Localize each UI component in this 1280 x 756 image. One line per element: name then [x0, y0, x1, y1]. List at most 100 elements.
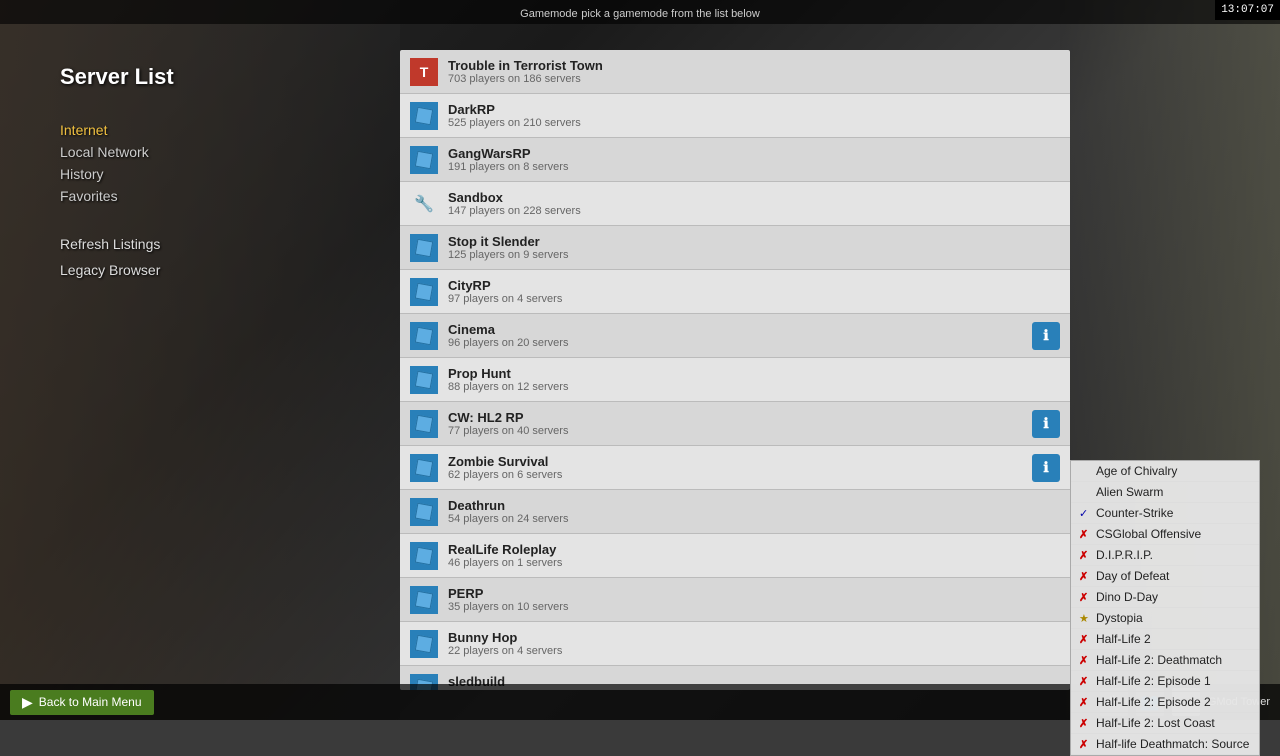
blue-icon: [410, 454, 438, 482]
star-icon: ★: [1079, 612, 1091, 625]
ttt-icon: T: [410, 58, 438, 86]
x-icon: ✗: [1079, 675, 1091, 688]
back-to-main-button[interactable]: ▶ Back to Main Menu: [10, 690, 154, 715]
dropdown-item-label: Dystopia: [1096, 611, 1143, 625]
sidebar-title: Server List: [60, 64, 180, 90]
game-name: CW: HL2 RP: [448, 410, 1032, 425]
game-text: DarkRP 525 players on 210 servers: [448, 102, 1060, 129]
sidebar-item-history[interactable]: History: [60, 164, 180, 184]
game-name: Deathrun: [448, 498, 1060, 513]
game-item[interactable]: CW: HL2 RP 77 players on 40 servers ℹ: [400, 402, 1070, 446]
game-name: GangWarsRP: [448, 146, 1060, 161]
dropdown-item-label: Half-life Deathmatch: Source: [1096, 737, 1249, 751]
game-item[interactable]: RealLife Roleplay 46 players on 1 server…: [400, 534, 1070, 578]
gamemode-label: Gamemode: [520, 8, 577, 20]
dropdown-item[interactable]: ✗ Half-Life 2: Episode 2: [1071, 692, 1259, 713]
blue-icon: [410, 234, 438, 262]
dropdown-item-label: Alien Swarm: [1096, 485, 1163, 499]
blue-icon: [410, 366, 438, 394]
topbar: Gamemode pick a gamemode from the list b…: [0, 0, 1280, 24]
dropdown-item-label: Half-Life 2: [1096, 632, 1151, 646]
game-stats: 46 players on 1 servers: [448, 557, 1060, 569]
dropdown-item[interactable]: Age of Chivalry: [1071, 461, 1259, 482]
blue-icon: [410, 322, 438, 350]
game-stats: 77 players on 40 servers: [448, 425, 1032, 437]
dropdown-item[interactable]: ✗ Day of Defeat: [1071, 566, 1259, 587]
game-name: Sandbox: [448, 190, 1060, 205]
x-icon: ✗: [1079, 633, 1091, 646]
game-item[interactable]: Zombie Survival 62 players on 6 servers …: [400, 446, 1070, 490]
refresh-listings-button[interactable]: Refresh Listings: [60, 236, 180, 252]
info-button[interactable]: ℹ: [1032, 322, 1060, 350]
game-item[interactable]: Bunny Hop 22 players on 4 servers: [400, 622, 1070, 666]
gamemode-list[interactable]: T Trouble in Terrorist Town 703 players …: [400, 50, 1070, 690]
game-stats: 525 players on 210 servers: [448, 117, 1060, 129]
blue-icon: [410, 498, 438, 526]
dropdown-item[interactable]: ✗ Half-Life 2: Episode 1: [1071, 671, 1259, 692]
gamemode-desc: pick a gamemode from the list below: [581, 8, 760, 20]
legacy-browser-button[interactable]: Legacy Browser: [60, 262, 180, 278]
game-name: Cinema: [448, 322, 1032, 337]
dropdown-item[interactable]: ✗ Half-life Deathmatch: Source: [1071, 734, 1259, 755]
game-stats: 96 players on 20 servers: [448, 337, 1032, 349]
check-icon: ✓: [1079, 507, 1091, 520]
dropdown-item[interactable]: ✗ Dino D-Day: [1071, 587, 1259, 608]
back-arrow-icon: ▶: [22, 694, 33, 711]
sidebar-item-localnetwork[interactable]: Local Network: [60, 142, 180, 162]
game-stats: 191 players on 8 servers: [448, 161, 1060, 173]
dropdown-item[interactable]: ★ Dystopia: [1071, 608, 1259, 629]
game-text: Deathrun 54 players on 24 servers: [448, 498, 1060, 525]
dropdown-item[interactable]: ✗ CSGlobal Offensive: [1071, 524, 1259, 545]
gamemode-header: Gamemode pick a gamemode from the list b…: [520, 5, 760, 20]
sidebar-item-favorites[interactable]: Favorites: [60, 186, 180, 206]
sidebar-item-internet[interactable]: Internet: [60, 120, 180, 140]
game-stats: 97 players on 4 servers: [448, 293, 1060, 305]
dropdown-item-label: Half-Life 2: Deathmatch: [1096, 653, 1222, 667]
game-item[interactable]: Prop Hunt 88 players on 12 servers: [400, 358, 1070, 402]
game-stats: 54 players on 24 servers: [448, 513, 1060, 525]
info-button[interactable]: ℹ: [1032, 454, 1060, 482]
game-text: PERP 35 players on 10 servers: [448, 586, 1060, 613]
game-name: Zombie Survival: [448, 454, 1032, 469]
dropdown-item-label: Half-Life 2: Lost Coast: [1096, 716, 1215, 730]
x-icon: ✗: [1079, 591, 1091, 604]
game-text: CityRP 97 players on 4 servers: [448, 278, 1060, 305]
dropdown-item-label: CSGlobal Offensive: [1096, 527, 1201, 541]
game-item[interactable]: 🔧 Sandbox 147 players on 228 servers: [400, 182, 1070, 226]
game-name: PERP: [448, 586, 1060, 601]
game-item[interactable]: PERP 35 players on 10 servers: [400, 578, 1070, 622]
info-button[interactable]: ℹ: [1032, 410, 1060, 438]
x-icon: ✗: [1079, 717, 1091, 730]
x-icon: ✗: [1079, 549, 1091, 562]
game-item[interactable]: Cinema 96 players on 20 servers ℹ: [400, 314, 1070, 358]
game-name: Bunny Hop: [448, 630, 1060, 645]
game-item[interactable]: GangWarsRP 191 players on 8 servers: [400, 138, 1070, 182]
back-button-label: Back to Main Menu: [39, 695, 142, 709]
wrench-icon: 🔧: [410, 190, 438, 218]
dropdown-item[interactable]: ✗ Half-Life 2: Lost Coast: [1071, 713, 1259, 734]
game-text: Prop Hunt 88 players on 12 servers: [448, 366, 1060, 393]
game-item[interactable]: T Trouble in Terrorist Town 703 players …: [400, 50, 1070, 94]
game-item[interactable]: DarkRP 525 players on 210 servers: [400, 94, 1070, 138]
dropdown-item[interactable]: ✗ Half-Life 2: [1071, 629, 1259, 650]
dropdown-item-label: Dino D-Day: [1096, 590, 1158, 604]
dropdown-item[interactable]: ✓ Counter-Strike: [1071, 503, 1259, 524]
game-item[interactable]: CityRP 97 players on 4 servers: [400, 270, 1070, 314]
dropdown-item[interactable]: Alien Swarm: [1071, 482, 1259, 503]
dropdown-item[interactable]: ✗ D.I.P.R.I.P.: [1071, 545, 1259, 566]
game-item[interactable]: Stop it Slender 125 players on 9 servers: [400, 226, 1070, 270]
game-name: Stop it Slender: [448, 234, 1060, 249]
dropdown-item-label: Half-Life 2: Episode 2: [1096, 695, 1211, 709]
blue-icon: [410, 278, 438, 306]
dropdown-item-label: Age of Chivalry: [1096, 464, 1177, 478]
game-text: RealLife Roleplay 46 players on 1 server…: [448, 542, 1060, 569]
game-stats: 88 players on 12 servers: [448, 381, 1060, 393]
game-stats: 35 players on 10 servers: [448, 601, 1060, 613]
game-item[interactable]: Deathrun 54 players on 24 servers: [400, 490, 1070, 534]
game-stats: 125 players on 9 servers: [448, 249, 1060, 261]
game-name: Trouble in Terrorist Town: [448, 58, 1060, 73]
dropdown-item[interactable]: ✗ Half-Life 2: Deathmatch: [1071, 650, 1259, 671]
x-icon: ✗: [1079, 696, 1091, 709]
game-text: Bunny Hop 22 players on 4 servers: [448, 630, 1060, 657]
game-text: GangWarsRP 191 players on 8 servers: [448, 146, 1060, 173]
